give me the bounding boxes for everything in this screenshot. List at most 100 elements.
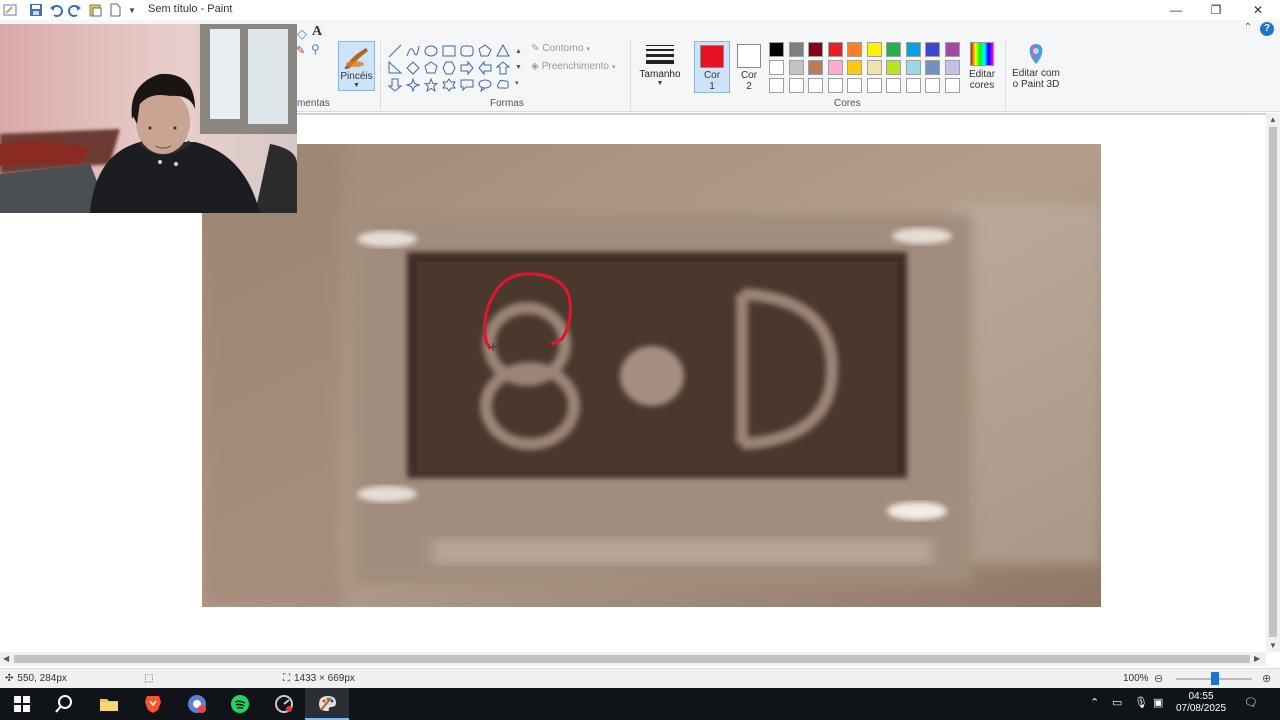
color2-button[interactable]: Cor 2 — [731, 41, 767, 93]
palette-swatch[interactable] — [769, 78, 784, 93]
palette-swatch[interactable] — [925, 60, 940, 75]
palette-swatch[interactable] — [886, 60, 901, 75]
diamond-shape-icon[interactable] — [404, 59, 422, 76]
close-button[interactable]: ✕ — [1238, 0, 1278, 20]
oval-shape-icon[interactable] — [422, 42, 440, 59]
palette-swatch[interactable] — [886, 42, 901, 57]
right-triangle-shape-icon[interactable] — [386, 59, 404, 76]
search-button[interactable] — [42, 688, 86, 720]
palette-swatch[interactable] — [866, 78, 882, 93]
fill-button[interactable]: ◈ Preenchimento ▾ — [531, 61, 615, 72]
rect-callout-shape-icon[interactable] — [458, 76, 476, 93]
text-tool-icon[interactable]: A — [312, 24, 322, 40]
palette-swatch[interactable] — [847, 78, 862, 93]
scroll-up-icon[interactable]: ▲ — [1269, 115, 1277, 124]
pasted-photo[interactable] — [202, 144, 1101, 607]
restore-button[interactable]: ❐ — [1196, 0, 1236, 20]
edit-with-paint3d-button[interactable]: Editar com o Paint 3D — [1010, 42, 1062, 90]
palette-swatch[interactable] — [847, 60, 862, 75]
undo-icon[interactable] — [48, 2, 64, 18]
magnifier-icon[interactable]: ⚲ — [311, 42, 320, 56]
palette-swatch[interactable] — [769, 42, 784, 57]
microphone-icon[interactable]: 🎙 — [1134, 696, 1148, 709]
palette-swatch[interactable] — [827, 42, 843, 57]
size-button[interactable]: Tamanho ▼ — [638, 42, 682, 94]
rounded-rectangle-shape-icon[interactable] — [458, 42, 476, 59]
vertical-scroll-thumb[interactable] — [1269, 127, 1277, 637]
six-point-star-shape-icon[interactable] — [440, 76, 458, 93]
help-icon[interactable]: ? — [1260, 22, 1274, 36]
zoom-slider-thumb[interactable] — [1211, 672, 1219, 685]
start-button[interactable] — [0, 688, 44, 720]
notifications-icon[interactable]: 🗨 — [1244, 696, 1258, 709]
five-point-star-shape-icon[interactable] — [422, 76, 440, 93]
palette-swatch[interactable] — [808, 78, 823, 93]
spotify-button[interactable] — [218, 688, 262, 720]
scroll-down-icon[interactable]: ▼ — [1269, 641, 1277, 650]
palette-swatch[interactable] — [925, 42, 940, 57]
palette-swatch[interactable] — [944, 60, 960, 75]
minimize-button[interactable]: — — [1156, 0, 1196, 20]
scroll-left-icon[interactable]: ◀ — [3, 654, 9, 663]
display-icon[interactable]: ▣ — [1153, 696, 1163, 709]
show-hidden-icons-icon[interactable]: ⌃ — [1090, 696, 1099, 709]
paint-taskbar-button[interactable] — [305, 688, 349, 720]
palette-swatch[interactable] — [847, 42, 862, 57]
right-arrow-shape-icon[interactable] — [458, 59, 476, 76]
scroll-right-icon[interactable]: ▶ — [1254, 654, 1260, 663]
palette-swatch[interactable] — [925, 78, 940, 93]
edit-colors-button[interactable]: Editar cores — [966, 42, 998, 91]
palette-swatch[interactable] — [905, 42, 921, 57]
oval-callout-shape-icon[interactable] — [476, 76, 494, 93]
down-arrow-shape-icon[interactable] — [386, 76, 404, 93]
zoom-out-icon[interactable]: ⊖ — [1154, 672, 1163, 685]
brave-browser-button[interactable] — [131, 688, 175, 720]
system-clock[interactable]: 04:55 07/08/2025 — [1168, 691, 1234, 715]
palette-swatch[interactable] — [944, 42, 960, 57]
color-picker-icon[interactable]: ✎ — [296, 44, 305, 57]
palette-swatch[interactable] — [886, 78, 901, 93]
curve-shape-icon[interactable] — [404, 42, 422, 59]
network-icon[interactable]: ▭ — [1112, 696, 1122, 709]
customize-quick-access-icon[interactable]: ▼ — [124, 2, 140, 18]
rectangle-shape-icon[interactable] — [440, 42, 458, 59]
palette-swatch[interactable] — [788, 78, 804, 93]
palette-swatch[interactable] — [808, 60, 823, 75]
palette-swatch[interactable] — [769, 60, 784, 75]
palette-swatch[interactable] — [905, 78, 921, 93]
collapse-ribbon-icon[interactable]: ⌃ — [1244, 22, 1252, 33]
palette-swatch[interactable] — [866, 60, 882, 75]
triangle-shape-icon[interactable] — [494, 42, 512, 59]
hexagon-shape-icon[interactable] — [440, 59, 458, 76]
zoom-in-icon[interactable]: ⊕ — [1262, 672, 1271, 685]
up-arrow-shape-icon[interactable] — [494, 59, 512, 76]
color1-button[interactable]: Cor 1 — [694, 41, 730, 93]
palette-swatch[interactable] — [808, 42, 823, 57]
cloud-callout-shape-icon[interactable] — [494, 76, 512, 93]
horizontal-scroll-thumb[interactable] — [14, 655, 1250, 663]
paste-icon[interactable] — [87, 2, 103, 18]
new-file-icon[interactable] — [107, 2, 123, 18]
eraser-icon[interactable]: ◇ — [297, 26, 307, 42]
palette-swatch[interactable] — [944, 78, 960, 93]
pentagon-shape-icon[interactable] — [422, 59, 440, 76]
palette-swatch[interactable] — [905, 60, 921, 75]
four-point-star-shape-icon[interactable] — [404, 76, 422, 93]
left-arrow-shape-icon[interactable] — [476, 59, 494, 76]
palette-swatch[interactable] — [827, 60, 843, 75]
polygon-shape-icon[interactable] — [476, 42, 494, 59]
save-icon[interactable] — [28, 2, 44, 18]
palette-swatch[interactable] — [788, 42, 804, 57]
vertical-scrollbar[interactable]: ▲ ▼ — [1266, 113, 1280, 652]
chrome-button[interactable] — [175, 688, 219, 720]
redo-icon[interactable] — [67, 2, 83, 18]
brushes-button[interactable]: Pincéis ▼ — [338, 41, 375, 91]
file-explorer-button[interactable] — [87, 688, 131, 720]
outline-button[interactable]: ✎ Contorno ▾ — [531, 43, 590, 54]
palette-swatch[interactable] — [827, 78, 843, 93]
palette-swatch[interactable] — [866, 42, 882, 57]
horizontal-scrollbar[interactable]: ◀ ▶ — [0, 652, 1266, 666]
shapes-scroll[interactable]: ▲ ▼ ▾ — [515, 44, 523, 92]
palette-swatch[interactable] — [788, 60, 804, 75]
app-button[interactable] — [262, 688, 306, 720]
